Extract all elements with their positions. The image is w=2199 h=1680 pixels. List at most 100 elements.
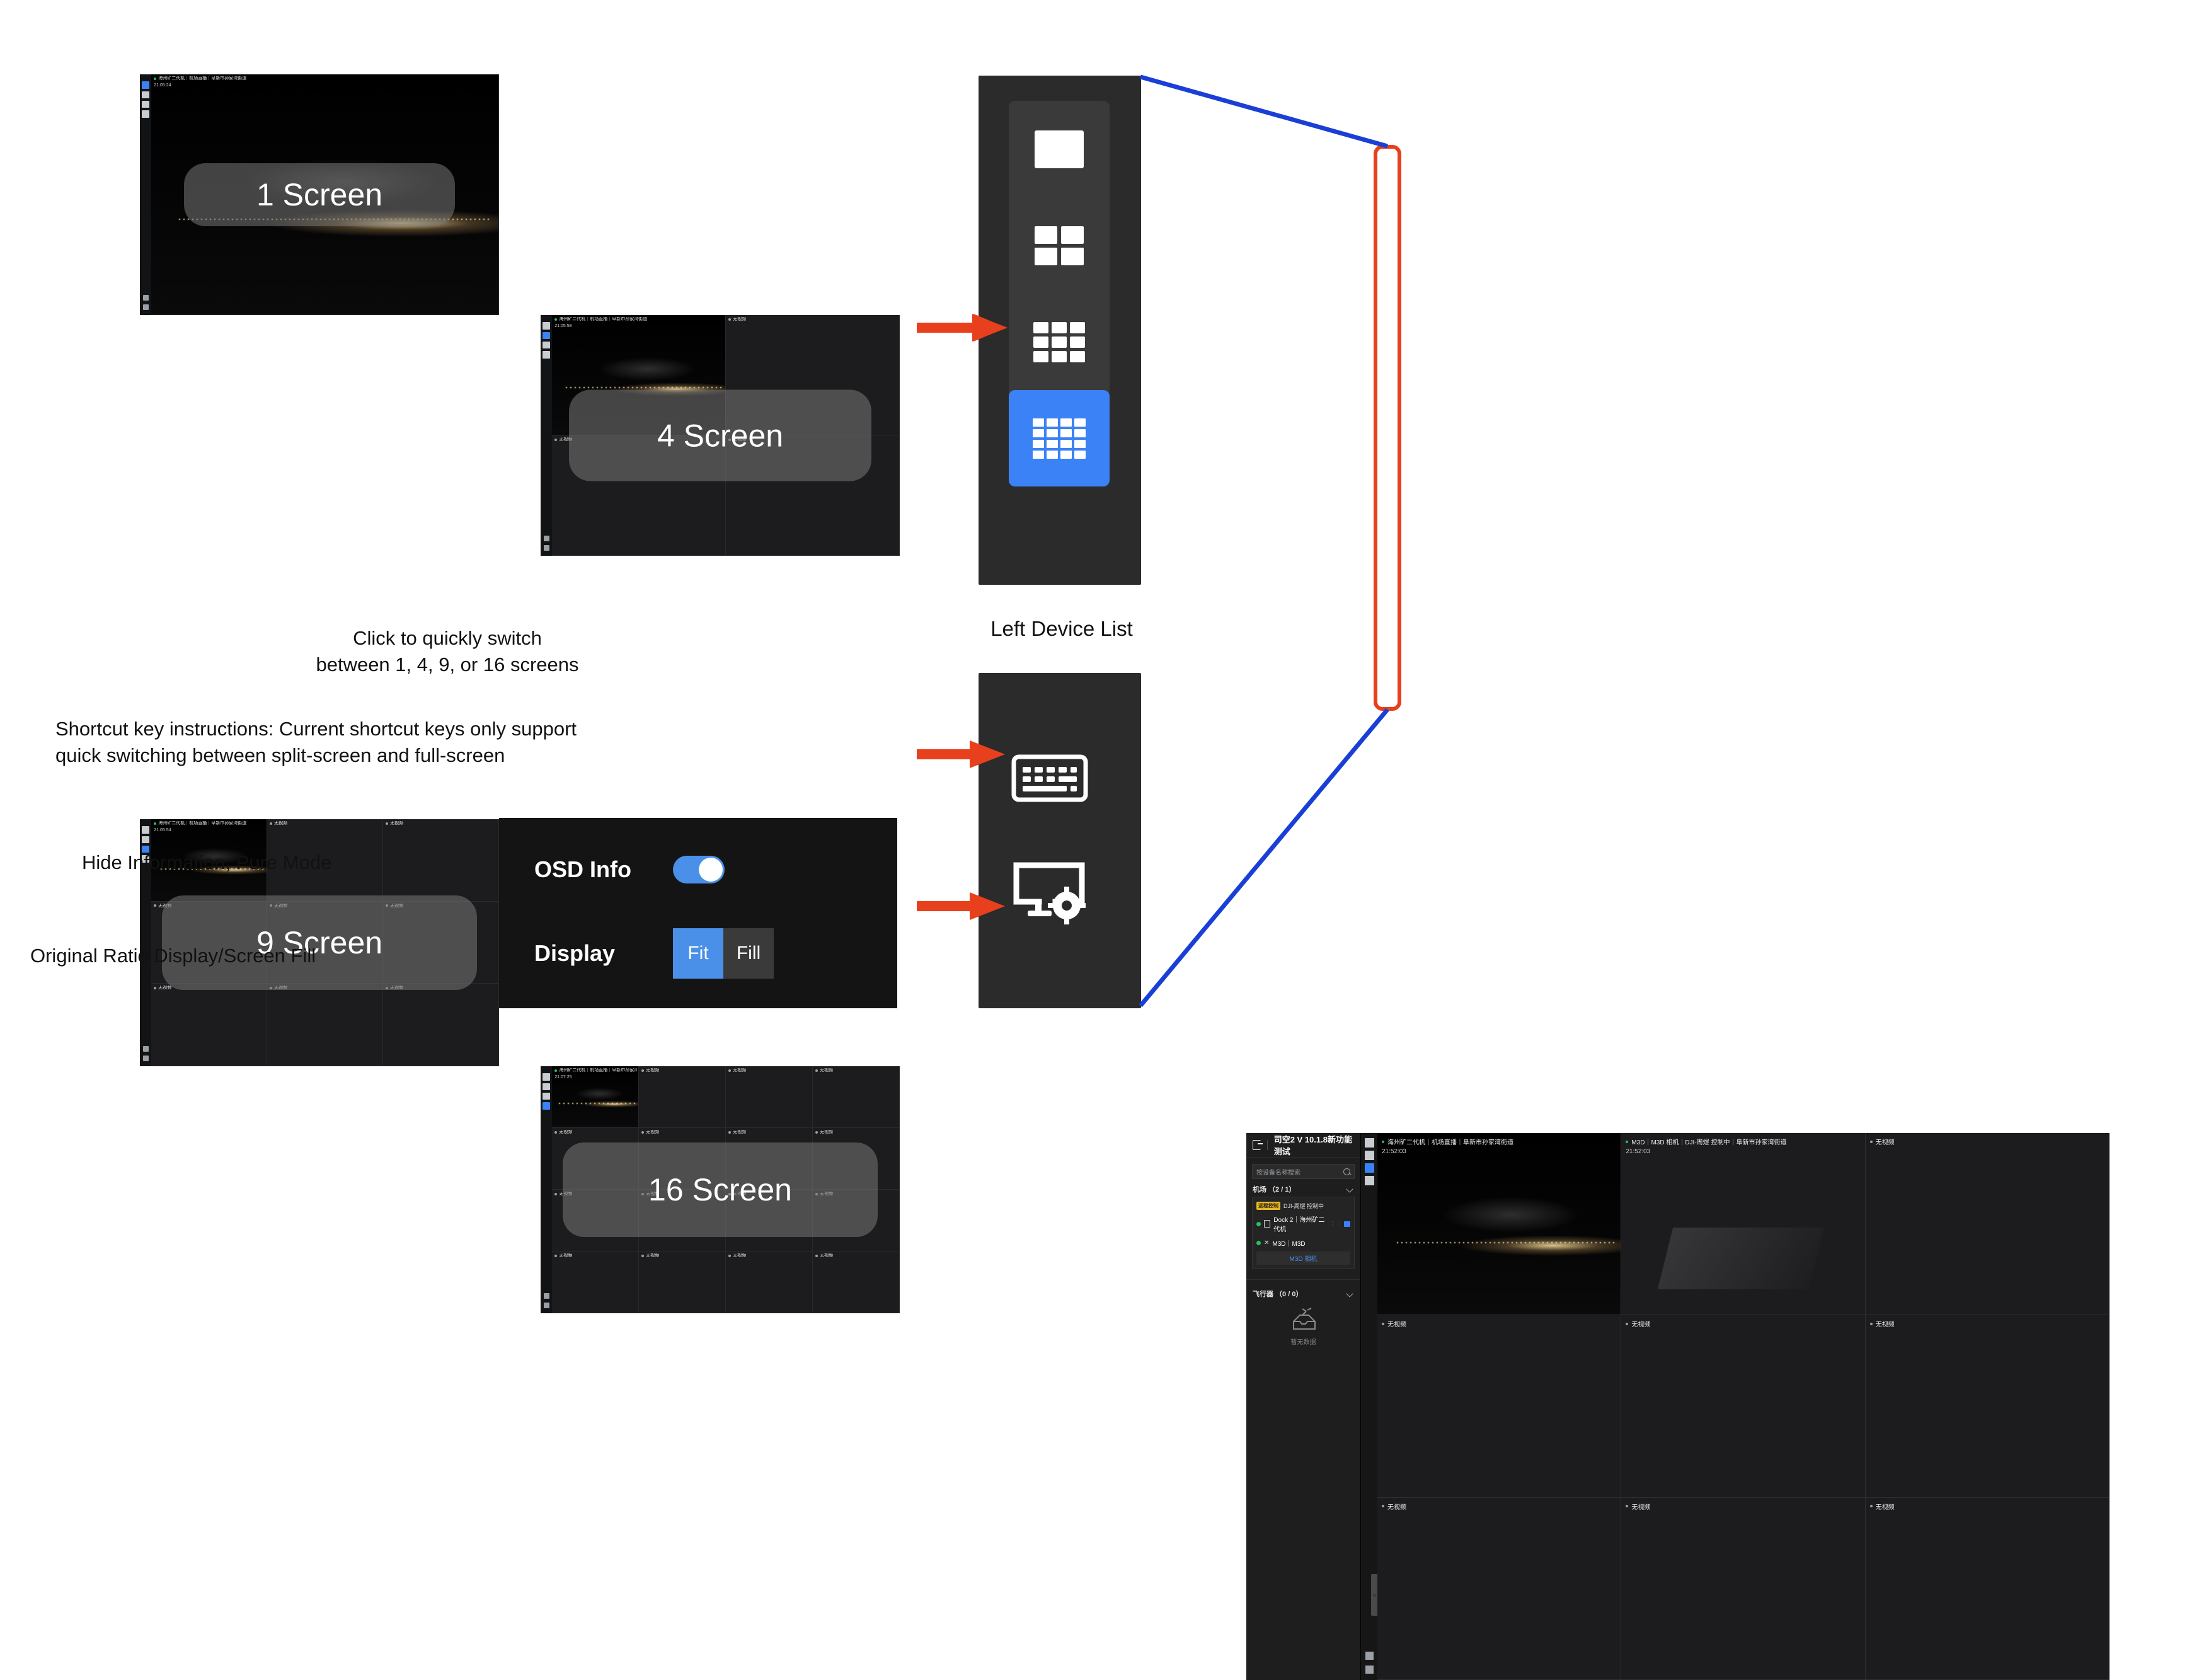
device-row-m3d[interactable]: ✕ M3D｜M3D — [1253, 1236, 1354, 1250]
group-name: 机场 （2 / 1） — [1253, 1186, 1296, 1194]
status-dot — [1382, 1505, 1384, 1508]
keyboard-icon[interactable] — [543, 1292, 549, 1299]
video-cell[interactable]: 无视频 — [1621, 1497, 1866, 1680]
rail-4x4-icon[interactable] — [543, 351, 550, 359]
cell-osd: 无视频 — [1869, 1502, 1895, 1511]
app-titlebar: 司空2 V 10.1.8新功能测试 — [1246, 1133, 1360, 1158]
cell-title: 无视频 — [1387, 1504, 1406, 1511]
display-settings-icon[interactable] — [1365, 1666, 1374, 1674]
status-dot — [1382, 1322, 1384, 1325]
airport-group-box: 远程控制 DJI-周煜 控制中 Dock 2｜海州矿二代机 ⋮⋮ ✕ M3D｜M… — [1252, 1197, 1355, 1269]
split-4x4-button[interactable] — [1009, 390, 1110, 486]
video-cell[interactable]: 无视频 — [639, 1066, 726, 1128]
rail-3x3-icon[interactable] — [142, 100, 149, 108]
cell-osd: 海州矿二代机｜机场直播｜阜新市孙家湾街道 — [554, 1068, 637, 1073]
cell-title: 无视频 — [1875, 1139, 1895, 1146]
video-cell[interactable]: 海州矿二代机｜机场直播｜阜新市孙家湾街道 21:07:25 — [552, 1066, 640, 1128]
thumbnail-16-screen: 海州矿二代机｜机场直播｜阜新市孙家湾街道 21:07:25 无视频 无视频 无视… — [541, 1066, 900, 1313]
keyboard-icon[interactable] — [142, 1045, 149, 1052]
split-2x2-button[interactable] — [1009, 197, 1110, 294]
video-cell[interactable]: 无视频 — [1621, 1315, 1866, 1498]
camera-row-m3d[interactable]: M3D 相机 — [1256, 1251, 1350, 1265]
rail-3x3-icon[interactable] — [543, 341, 550, 349]
split-1x1-button[interactable] — [1009, 101, 1110, 197]
rail-2x2-icon[interactable] — [543, 1083, 550, 1090]
video-cell[interactable]: 无视频 — [151, 984, 268, 1066]
rail-1x1-icon[interactable] — [142, 826, 149, 834]
device-row-dock2[interactable]: Dock 2｜海州矿二代机 ⋮⋮ — [1253, 1212, 1354, 1236]
drag-handle-icon[interactable]: ⋮⋮ — [1329, 1221, 1341, 1228]
keyboard-icon[interactable] — [543, 536, 549, 542]
cell-osd: 无视频 — [728, 1068, 811, 1073]
cell-title: 无视频 — [820, 1253, 834, 1258]
video-cell[interactable]: 无视频 — [267, 984, 384, 1066]
monitor-gear-icon[interactable] — [142, 304, 149, 311]
keyboard-shortcut-icon[interactable] — [1365, 1652, 1374, 1660]
rail-2x2-icon[interactable] — [142, 836, 149, 843]
thumbnail-4-screen: 海州矿二代机｜机场直播｜阜新市孙家湾街道 21:05:58 无视频 无视频 无视… — [541, 315, 900, 556]
group-header-airport[interactable]: 机场 （2 / 1） — [1246, 1179, 1360, 1197]
rail-highlight-box — [1374, 145, 1401, 711]
video-cell[interactable]: 无视频 — [813, 1251, 900, 1313]
keyboard-icon — [1011, 754, 1088, 802]
cell-osd: 无视频 — [1382, 1319, 1406, 1328]
video-cell[interactable]: M3D｜M3D 相机｜DJI-周煜 控制中｜阜新市孙家湾街道 21:52:03 — [1621, 1133, 1866, 1316]
display-fill-button[interactable]: Fill — [723, 928, 774, 979]
exit-icon[interactable] — [1253, 1140, 1263, 1150]
rail-4x4-icon[interactable] — [1364, 1176, 1374, 1185]
status-dot — [554, 318, 558, 321]
keyboard-icon[interactable] — [142, 295, 149, 301]
rail-3x3-icon[interactable] — [1364, 1163, 1374, 1173]
cell-title: 无视频 — [559, 1130, 573, 1134]
cell-title: 无视频 — [646, 1130, 660, 1134]
split-3x3-button[interactable] — [1009, 294, 1110, 390]
cell-osd: 海州矿二代机｜机场直播｜阜新市孙家湾街道 — [154, 76, 497, 81]
keyboard-shortcut-button[interactable] — [1011, 751, 1088, 806]
live-view-icon[interactable] — [1344, 1221, 1350, 1227]
rail-1x1-icon[interactable] — [1364, 1138, 1374, 1148]
rail-2x2-icon[interactable] — [142, 91, 149, 98]
video-cell[interactable]: 无视频 — [1377, 1497, 1622, 1680]
video-cell[interactable]: 无视频 — [1865, 1315, 2110, 1498]
video-cell[interactable]: 无视频 — [1865, 1497, 2110, 1680]
cell-osd: 无视频 — [1626, 1319, 1650, 1328]
split-toolbar-group — [1009, 101, 1110, 486]
video-cell[interactable]: 无视频 — [813, 1066, 900, 1128]
rail-2x2-icon[interactable] — [1364, 1151, 1374, 1160]
video-cell[interactable]: 无视频 — [1377, 1315, 1622, 1498]
video-cell[interactable]: 无视频 — [552, 1251, 640, 1313]
rail-4x4-icon[interactable] — [543, 1102, 550, 1110]
video-cell[interactable]: 无视频 — [1865, 1133, 2110, 1316]
cell-title: 无视频 — [158, 986, 172, 991]
empty-state: 暂无数据 — [1246, 1301, 1360, 1346]
rail-1x1-icon[interactable] — [543, 1073, 550, 1081]
cell-osd: 无视频 — [270, 821, 381, 826]
video-cell[interactable]: 无视频 — [726, 1251, 813, 1313]
display-settings-button[interactable] — [1011, 859, 1091, 928]
switch-note-line-1: Click to quickly switch — [353, 627, 542, 649]
cell-osd: 无视频 — [728, 317, 898, 321]
caption-1-screen: 1 Screen — [184, 163, 455, 226]
group-header-drone[interactable]: 飞行器 （0 / 0） — [1246, 1279, 1360, 1301]
cell-timestamp: 21:52:03 — [1626, 1148, 1651, 1155]
rail-3x3-icon[interactable] — [543, 1092, 550, 1100]
monitor-gear-icon[interactable] — [543, 1303, 549, 1309]
rail-4x4-icon[interactable] — [142, 110, 149, 118]
video-cell[interactable]: 无视频 — [383, 984, 499, 1066]
cell-title: 无视频 — [733, 1253, 747, 1258]
callout-line-bottom — [1139, 708, 1389, 1008]
monitor-gear-icon[interactable] — [543, 545, 549, 551]
monitor-gear-icon[interactable] — [142, 1056, 149, 1062]
cell-osd: 无视频 — [728, 1130, 811, 1134]
video-cell[interactable]: 海州矿二代机｜机场直播｜阜新市孙家湾街道 21:52:03 — [1377, 1133, 1622, 1316]
rail-1x1-icon[interactable] — [142, 81, 149, 89]
display-fit-button[interactable]: Fit — [673, 928, 723, 979]
video-cell[interactable]: 无视频 — [726, 1066, 813, 1128]
rail-1x1-icon[interactable] — [543, 322, 550, 330]
thumb-rail-2 — [541, 315, 553, 556]
osd-info-toggle[interactable] — [673, 856, 725, 883]
cell-osd: 无视频 — [728, 1253, 811, 1258]
device-search-input[interactable]: 按设备名称搜索 — [1252, 1164, 1355, 1179]
rail-2x2-icon[interactable] — [543, 331, 550, 339]
video-cell[interactable]: 无视频 — [639, 1251, 726, 1313]
